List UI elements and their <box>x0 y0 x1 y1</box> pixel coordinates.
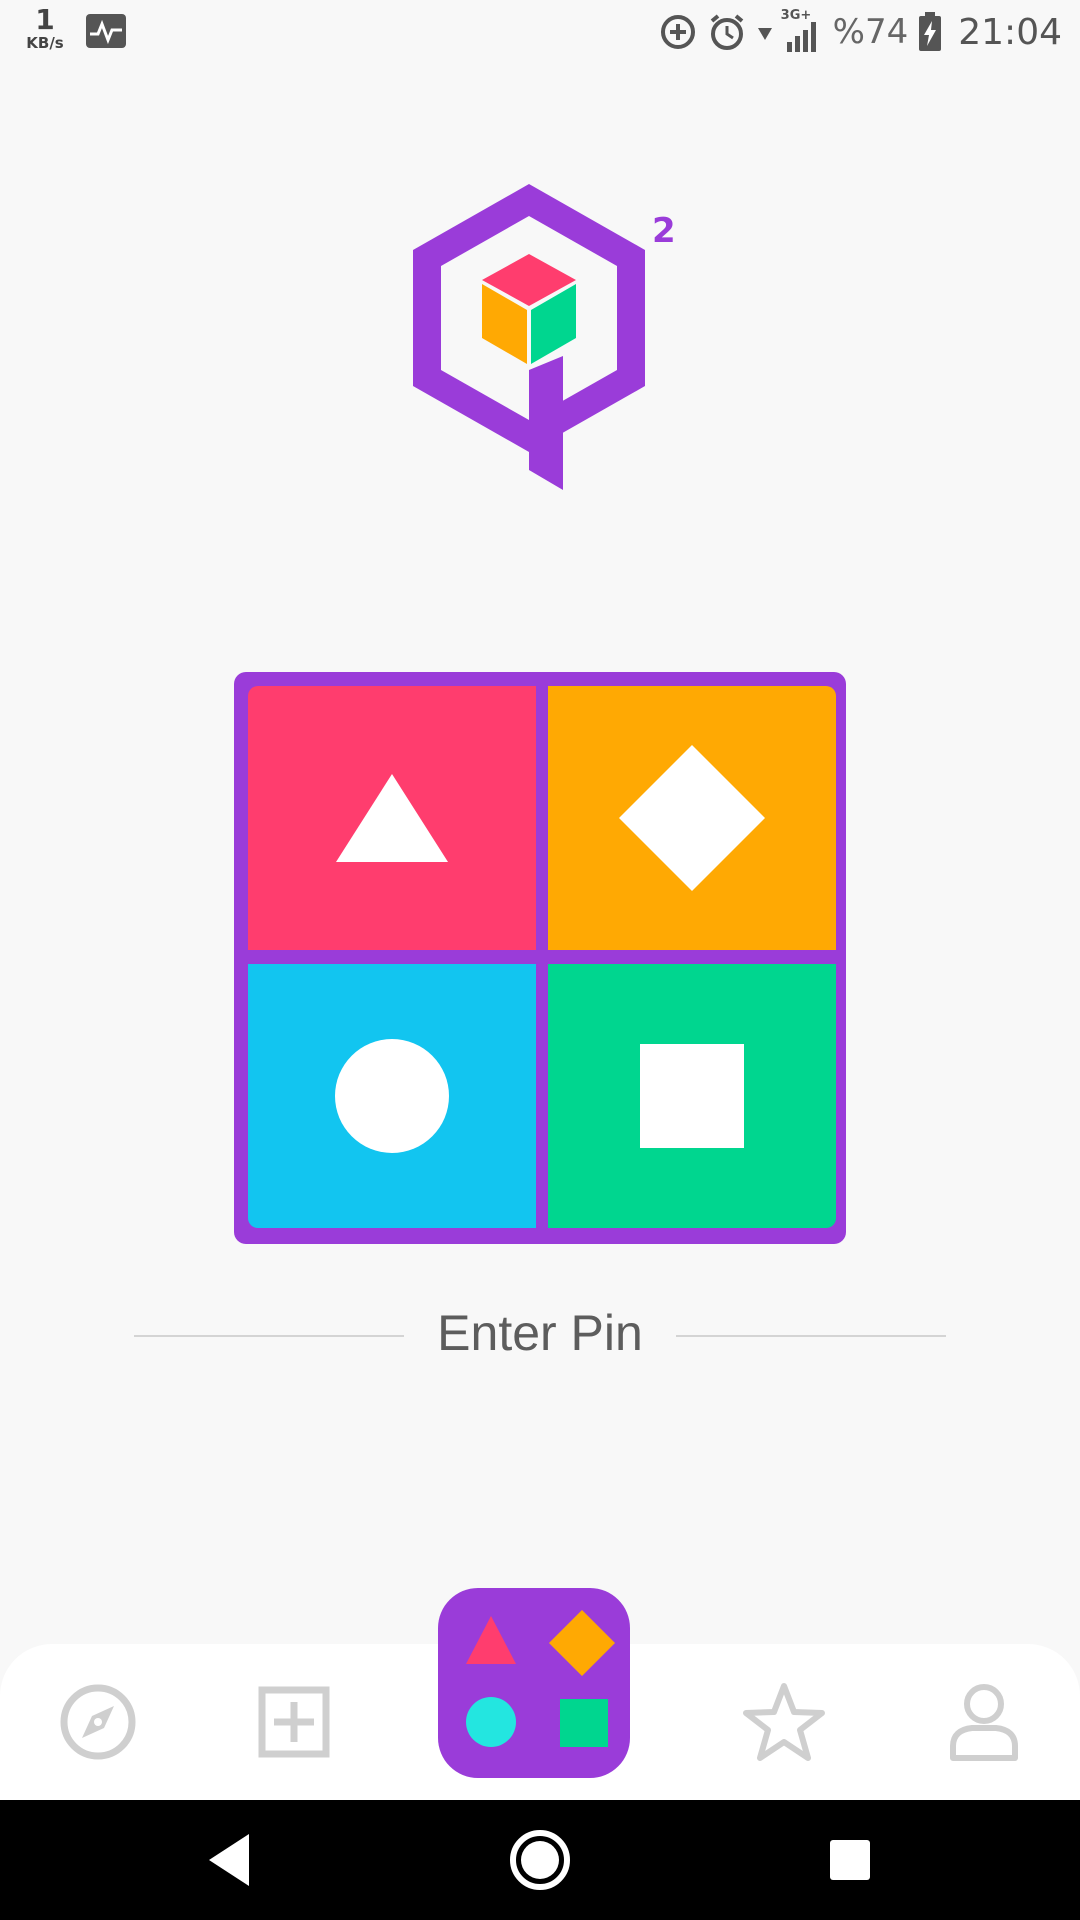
recents-icon <box>830 1840 870 1880</box>
signal-icon <box>786 22 816 52</box>
enter-pin-section: Enter Pin <box>0 1300 1080 1370</box>
activity-icon <box>86 14 126 48</box>
triangle-icon <box>336 774 448 862</box>
battery-percent: %74 <box>832 12 909 52</box>
net-speed-value: 1 <box>35 3 55 36</box>
status-right-group: 3G+ %74 21:04 <box>659 8 1062 56</box>
pin-tile-square[interactable] <box>548 964 836 1228</box>
clock: 21:04 <box>958 11 1062 53</box>
divider-left <box>134 1335 404 1337</box>
logo-superscript: 2 <box>652 211 676 251</box>
pin-tile-circle[interactable] <box>248 964 536 1228</box>
system-back-button[interactable] <box>190 1820 270 1900</box>
battery-charging-icon <box>919 12 942 51</box>
shapes-pin-icon <box>466 1610 615 1747</box>
nav-add-button[interactable] <box>246 1674 342 1770</box>
pin-tile-diamond[interactable] <box>548 686 836 950</box>
system-recents-button[interactable] <box>810 1820 890 1900</box>
data-saver-icon <box>660 15 695 49</box>
compass-icon <box>60 1684 136 1760</box>
nav-explore-button[interactable] <box>50 1674 146 1770</box>
app-logo: 2 <box>400 170 700 510</box>
alarm-icon <box>710 14 743 50</box>
system-nav-bar <box>0 1800 1080 1920</box>
back-icon <box>209 1834 249 1886</box>
person-icon <box>950 1684 1018 1761</box>
net-speed-indicator: 1 KB/s <box>22 6 68 51</box>
nav-favorites-button[interactable] <box>736 1674 832 1770</box>
divider-right <box>676 1335 946 1337</box>
enter-pin-label: Enter Pin <box>437 1305 643 1361</box>
home-icon <box>510 1830 570 1890</box>
system-home-button[interactable] <box>500 1820 580 1900</box>
net-speed-unit: KB/s <box>26 34 64 52</box>
pin-pad <box>234 672 846 1244</box>
circle-icon <box>335 1039 449 1153</box>
square-icon <box>640 1044 744 1148</box>
add-box-icon <box>258 1686 330 1758</box>
signal-group: 3G+ <box>781 8 823 54</box>
nav-pin-button[interactable] <box>438 1588 630 1778</box>
diamond-icon <box>619 745 765 891</box>
qube-cube-logo: 2 <box>413 184 676 490</box>
status-bar: 1 KB/s 3G+ %74 21:04 <box>0 0 1080 64</box>
pin-tile-triangle[interactable] <box>248 686 536 950</box>
star-icon <box>743 1683 825 1761</box>
nav-profile-button[interactable] <box>936 1674 1032 1770</box>
wifi-icon <box>757 28 772 40</box>
